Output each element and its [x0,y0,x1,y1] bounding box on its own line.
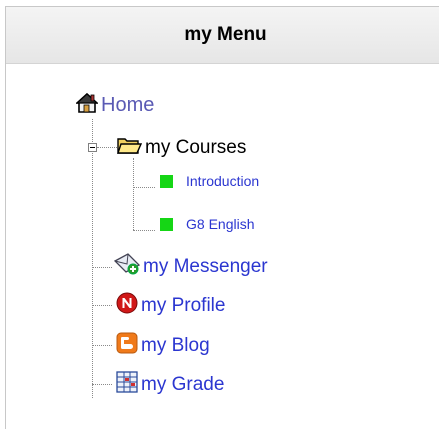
profile-icon [116,292,138,319]
menu-item-label: my Grade [141,373,225,395]
tree-connector [92,305,112,306]
menu-item-profile[interactable]: my Profile [116,292,225,319]
menu-item-courses[interactable]: my Courses [116,135,246,160]
menu-item-label: my Courses [145,136,247,158]
tree-connector [92,267,112,268]
menu-block: my Menu Home my Courses Introduction G8 … [5,6,439,429]
menu-tree: Home my Courses Introduction G8 English [6,7,439,429]
menu-item-messenger[interactable]: my Messenger [113,253,268,280]
menu-item-label: Home [101,94,155,116]
course-item-g8-english[interactable]: G8 English [160,216,254,232]
green-square-icon [160,217,173,231]
tree-connector [133,158,134,230]
tree-connector [92,345,112,346]
folder-open-icon [116,135,143,160]
menu-item-label: my Blog [141,334,210,356]
course-item-label: G8 English [186,216,255,232]
home-icon [74,92,100,118]
collapse-toggle-courses[interactable] [88,143,97,152]
menu-item-label: my Messenger [143,255,268,277]
messenger-icon [113,253,141,280]
grade-icon [116,371,138,398]
tree-connector [133,230,155,231]
menu-item-grade[interactable]: my Grade [116,371,224,398]
course-item-label: Introduction [186,173,260,189]
tree-connector [97,147,117,148]
menu-item-label: my Profile [141,294,226,316]
course-item-introduction[interactable]: Introduction [160,173,259,189]
green-square-icon [160,174,173,188]
blog-icon [116,332,138,359]
tree-connector [92,119,93,398]
menu-item-home[interactable]: Home [74,92,155,118]
menu-item-blog[interactable]: my Blog [116,332,210,359]
tree-connector [92,384,112,385]
tree-connector [133,187,155,188]
